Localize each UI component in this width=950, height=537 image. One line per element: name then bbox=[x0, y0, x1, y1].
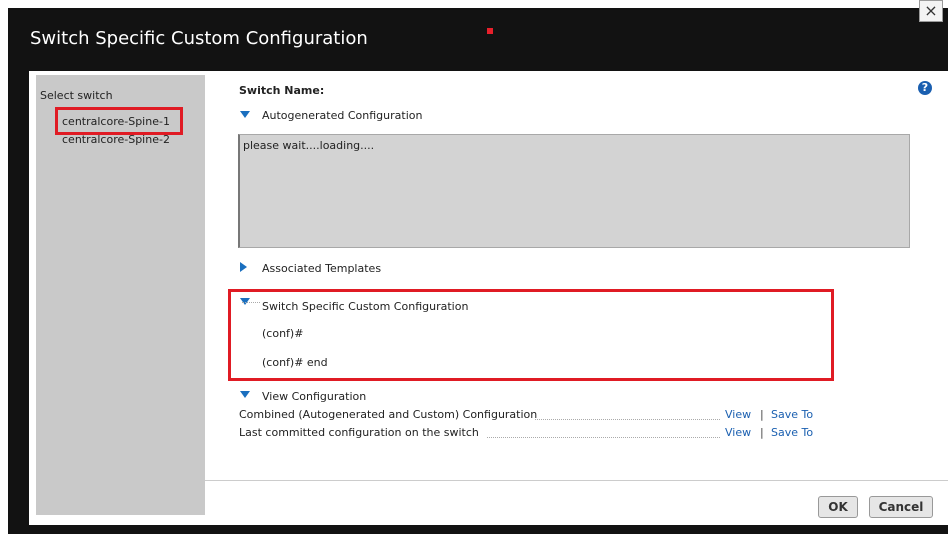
ok-button[interactable]: OK bbox=[818, 496, 858, 518]
autogenerated-config-textarea[interactable]: please wait....loading.... bbox=[238, 134, 910, 248]
last-committed-label: Last committed configuration on the swit… bbox=[239, 426, 479, 439]
highlight-box-switch bbox=[55, 107, 183, 135]
associated-templates-expand-icon[interactable] bbox=[240, 262, 247, 272]
combined-config-label: Combined (Autogenerated and Custom) Conf… bbox=[239, 408, 538, 421]
last-committed-dots bbox=[487, 437, 720, 438]
combined-separator: | bbox=[760, 408, 764, 421]
help-icon[interactable]: ? bbox=[918, 81, 932, 95]
switch-item-spine-2[interactable]: centralcore-Spine-2 bbox=[62, 133, 170, 146]
custom-config-line-2[interactable]: (conf)# end bbox=[262, 356, 328, 369]
combined-config-dots bbox=[535, 419, 720, 420]
combined-save-link[interactable]: Save To bbox=[771, 408, 813, 421]
custom-config-line-1[interactable]: (conf)# bbox=[262, 327, 303, 340]
view-config-label[interactable]: View Configuration bbox=[262, 390, 366, 403]
sidebar-title: Select switch bbox=[40, 89, 113, 102]
close-button[interactable]: × bbox=[919, 0, 943, 22]
last-committed-view-link[interactable]: View bbox=[725, 426, 751, 439]
custom-config-dotted-lead bbox=[242, 302, 260, 303]
last-committed-separator: | bbox=[760, 426, 764, 439]
associated-templates-label[interactable]: Associated Templates bbox=[262, 262, 381, 275]
combined-view-link[interactable]: View bbox=[725, 408, 751, 421]
autogenerated-label[interactable]: Autogenerated Configuration bbox=[262, 109, 422, 122]
red-marker bbox=[487, 28, 493, 34]
autogenerated-expand-icon[interactable] bbox=[240, 111, 250, 118]
switch-name-label: Switch Name: bbox=[239, 84, 325, 97]
footer-divider bbox=[205, 480, 948, 481]
last-committed-save-link[interactable]: Save To bbox=[771, 426, 813, 439]
dialog-title: Switch Specific Custom Configuration bbox=[30, 28, 368, 49]
cancel-button[interactable]: Cancel bbox=[869, 496, 933, 518]
view-config-expand-icon[interactable] bbox=[240, 391, 250, 398]
custom-config-label[interactable]: Switch Specific Custom Configuration bbox=[262, 300, 468, 313]
